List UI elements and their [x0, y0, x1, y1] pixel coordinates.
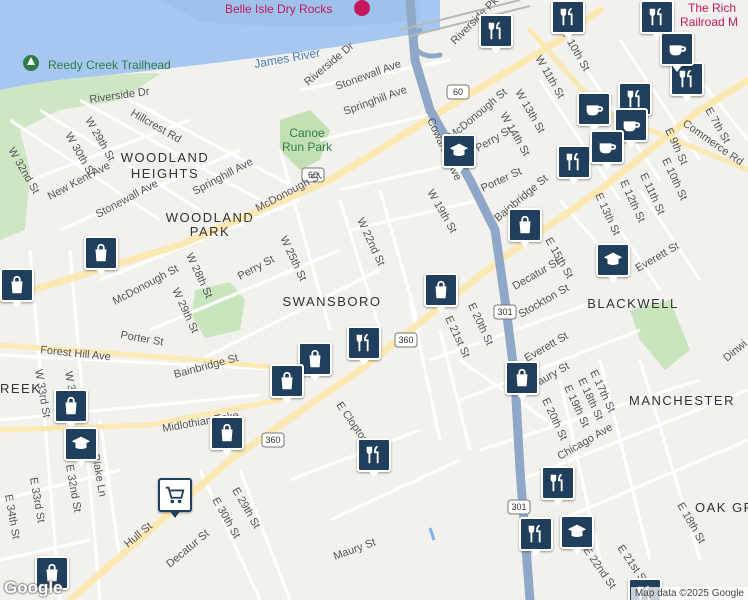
street-label: E 33rd St — [27, 476, 47, 523]
street-label: Hull St — [122, 520, 155, 550]
graduation-cap-icon — [603, 252, 623, 266]
shopping-bag-icon — [281, 371, 293, 390]
restaurant-icon — [528, 524, 541, 543]
shopping-bag-icon — [435, 280, 447, 299]
grocery-marker[interactable] — [158, 478, 192, 522]
shopping-marker[interactable] — [210, 416, 244, 460]
street-label: Springhill Ave — [342, 84, 409, 118]
coffee-cup-icon — [599, 143, 617, 154]
shopping-bag-icon — [309, 349, 321, 368]
restaurant-icon — [649, 7, 662, 26]
nb-woodland-park-2: PARK — [190, 224, 230, 239]
shopping-marker[interactable] — [505, 361, 539, 405]
cafe-marker[interactable] — [590, 130, 624, 174]
street-label: Everett St — [634, 240, 682, 275]
map-attribution[interactable]: Map data ©2025 Google — [630, 587, 748, 600]
label-run-park: Run Park — [282, 140, 333, 154]
shopping-marker[interactable] — [424, 273, 458, 317]
street-label: E 20th St — [465, 301, 495, 347]
shopping-bag-icon — [65, 396, 77, 415]
label-reedy-creek: Reedy Creek Trailhead — [48, 58, 171, 72]
restaurant-icon — [488, 21, 501, 40]
label-belle-isle: Belle Isle Dry Rocks — [225, 2, 332, 16]
shopping-marker[interactable] — [84, 236, 118, 280]
shopping-bag-icon — [95, 243, 107, 262]
nb-blackwell: BLACKWELL — [587, 296, 679, 311]
google-logo: Google — [4, 578, 63, 597]
school-marker[interactable] — [64, 427, 98, 471]
shopping-bag-icon — [11, 275, 23, 294]
shopping-bag-icon — [516, 368, 528, 387]
coffee-cup-icon — [586, 105, 604, 116]
school-marker[interactable] — [442, 134, 476, 178]
street-label: Decatur St — [511, 256, 562, 292]
graduation-cap-icon — [71, 436, 91, 450]
restaurant-icon — [566, 152, 579, 171]
street-label: Decatur St — [164, 528, 212, 571]
shopping-cart-icon — [165, 486, 185, 504]
shield-60-b: 60 — [453, 87, 463, 97]
coffee-cup-icon — [669, 45, 687, 56]
street-label: Maury St — [332, 536, 377, 562]
school-marker[interactable] — [560, 515, 594, 559]
restaurant-marker[interactable] — [557, 145, 591, 189]
nb-woodland-heights-2: HEIGHTS — [131, 166, 199, 181]
restaurant-marker[interactable] — [347, 326, 381, 370]
restaurant-marker[interactable] — [357, 438, 391, 482]
shield-301-a: 301 — [497, 307, 512, 317]
shopping-bag-icon — [221, 423, 233, 442]
shopping-marker[interactable] — [508, 208, 542, 252]
shopping-bag-icon — [519, 215, 531, 234]
street-label: Forest Hill Ave — [40, 344, 112, 363]
restaurant-marker[interactable] — [551, 0, 585, 44]
street-label: Dinwi — [721, 338, 748, 364]
label-richmond-1: The Rich — [688, 1, 736, 15]
nb-woodland-park-1: WOODLAND — [166, 210, 255, 225]
graduation-cap-icon — [449, 143, 469, 157]
restaurant-icon — [550, 473, 563, 492]
cafe-marker[interactable] — [660, 32, 694, 76]
label-canoe: Canoe — [289, 126, 325, 140]
label-richmond-2: Railroad M — [680, 15, 738, 29]
restaurant-marker[interactable] — [479, 14, 513, 58]
graduation-cap-icon — [567, 524, 587, 538]
restaurant-icon — [560, 7, 573, 26]
street-label: E 34th St — [2, 493, 22, 540]
street-label: Porter St — [119, 329, 164, 348]
nb-woodland-heights-1: WOODLAND — [121, 150, 210, 165]
nb-oak-grove: OAK GROV — [695, 500, 748, 515]
street-label: Porter St — [479, 165, 523, 194]
restaurant-icon — [366, 445, 379, 464]
shield-360-a: 360 — [398, 335, 413, 345]
shield-301-b: 301 — [511, 502, 526, 512]
shield-360-b: 360 — [265, 435, 280, 445]
restaurant-icon — [356, 333, 369, 352]
shopping-marker[interactable] — [0, 268, 34, 312]
nb-swansboro: SWANSBORO — [283, 294, 382, 309]
school-marker[interactable] — [596, 243, 630, 287]
restaurant-icon — [627, 89, 640, 108]
street-label: McDonough St — [111, 263, 181, 308]
restaurant-marker[interactable] — [519, 517, 553, 561]
shopping-marker[interactable] — [270, 364, 304, 408]
nb-manchester: MANCHESTER — [629, 393, 735, 408]
map-canvas[interactable]: 60 60 360 360 301 301 WOODLAND HEIGHTS W… — [0, 0, 748, 600]
restaurant-marker[interactable] — [541, 466, 575, 510]
